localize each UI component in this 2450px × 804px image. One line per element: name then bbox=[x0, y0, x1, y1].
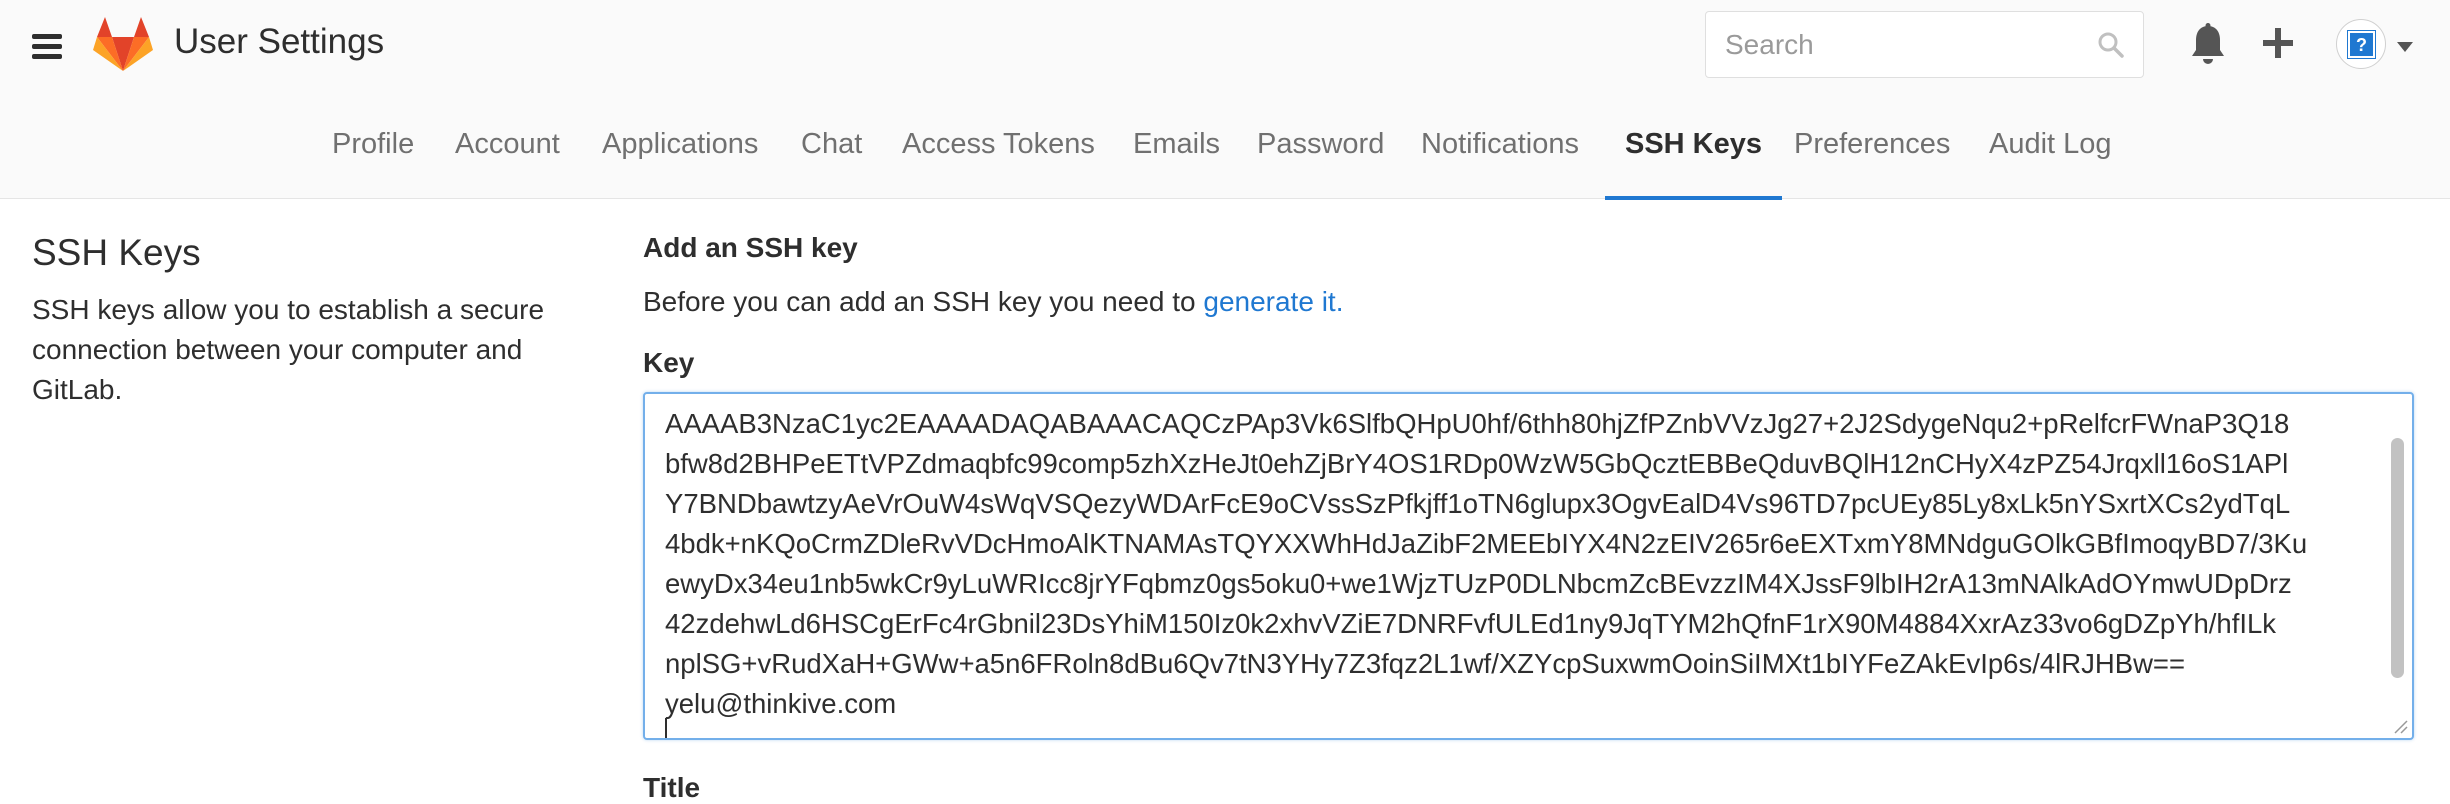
gitlab-logo-icon[interactable] bbox=[92, 16, 154, 72]
tab-chat[interactable]: Chat bbox=[801, 95, 862, 199]
textarea-scrollbar[interactable] bbox=[2386, 398, 2408, 718]
resize-handle-icon[interactable] bbox=[2391, 717, 2409, 735]
tab-audit-log[interactable]: Audit Log bbox=[1989, 95, 2112, 199]
tab-ssh-keys[interactable]: SSH Keys bbox=[1604, 95, 1783, 200]
bell-icon[interactable] bbox=[2190, 23, 2226, 65]
section-title: SSH Keys bbox=[32, 232, 201, 273]
add-ssh-key-heading: Add an SSH key bbox=[643, 232, 858, 263]
plus-icon[interactable] bbox=[2262, 27, 2294, 59]
generate-it-link[interactable]: generate it. bbox=[1203, 286, 1343, 317]
chevron-down-icon[interactable] bbox=[2397, 42, 2413, 52]
text-cursor bbox=[665, 718, 667, 738]
tab-emails[interactable]: Emails bbox=[1133, 95, 1220, 199]
tab-password[interactable]: Password bbox=[1257, 95, 1384, 199]
app-title: User Settings bbox=[174, 22, 385, 61]
settings-nav: Profile Account Applications Chat Access… bbox=[0, 95, 2450, 200]
tab-access-tokens[interactable]: Access Tokens bbox=[902, 95, 1095, 199]
tab-applications[interactable]: Applications bbox=[602, 95, 758, 199]
key-value[interactable]: AAAAB3NzaC1yc2EAAAADAQABAAACAQCzPAp3Vk6S… bbox=[665, 404, 2365, 724]
tab-preferences[interactable]: Preferences bbox=[1794, 95, 1950, 199]
key-label: Key bbox=[643, 347, 695, 378]
hamburger-menu-icon[interactable] bbox=[32, 32, 62, 60]
key-textarea[interactable]: AAAAB3NzaC1yc2EAAAADAQABAAACAQCzPAp3Vk6S… bbox=[643, 392, 2414, 740]
search-box[interactable] bbox=[1705, 11, 2144, 78]
tab-account[interactable]: Account bbox=[455, 95, 560, 199]
top-header: User Settings ? bbox=[0, 0, 2450, 95]
avatar-glyph: ? bbox=[2347, 30, 2376, 59]
tab-notifications[interactable]: Notifications bbox=[1421, 95, 1579, 199]
scrollbar-thumb[interactable] bbox=[2391, 438, 2404, 678]
intro-text: Before you can add an SSH key you need t… bbox=[643, 286, 1343, 318]
intro-sentence: Before you can add an SSH key you need t… bbox=[643, 286, 1204, 317]
user-avatar[interactable]: ? bbox=[2336, 19, 2386, 69]
title-label: Title bbox=[643, 772, 701, 803]
search-icon[interactable] bbox=[2097, 31, 2125, 59]
section-description: SSH keys allow you to establish a secure… bbox=[32, 294, 545, 405]
tab-profile[interactable]: Profile bbox=[332, 95, 414, 199]
search-input[interactable] bbox=[1706, 12, 2143, 77]
